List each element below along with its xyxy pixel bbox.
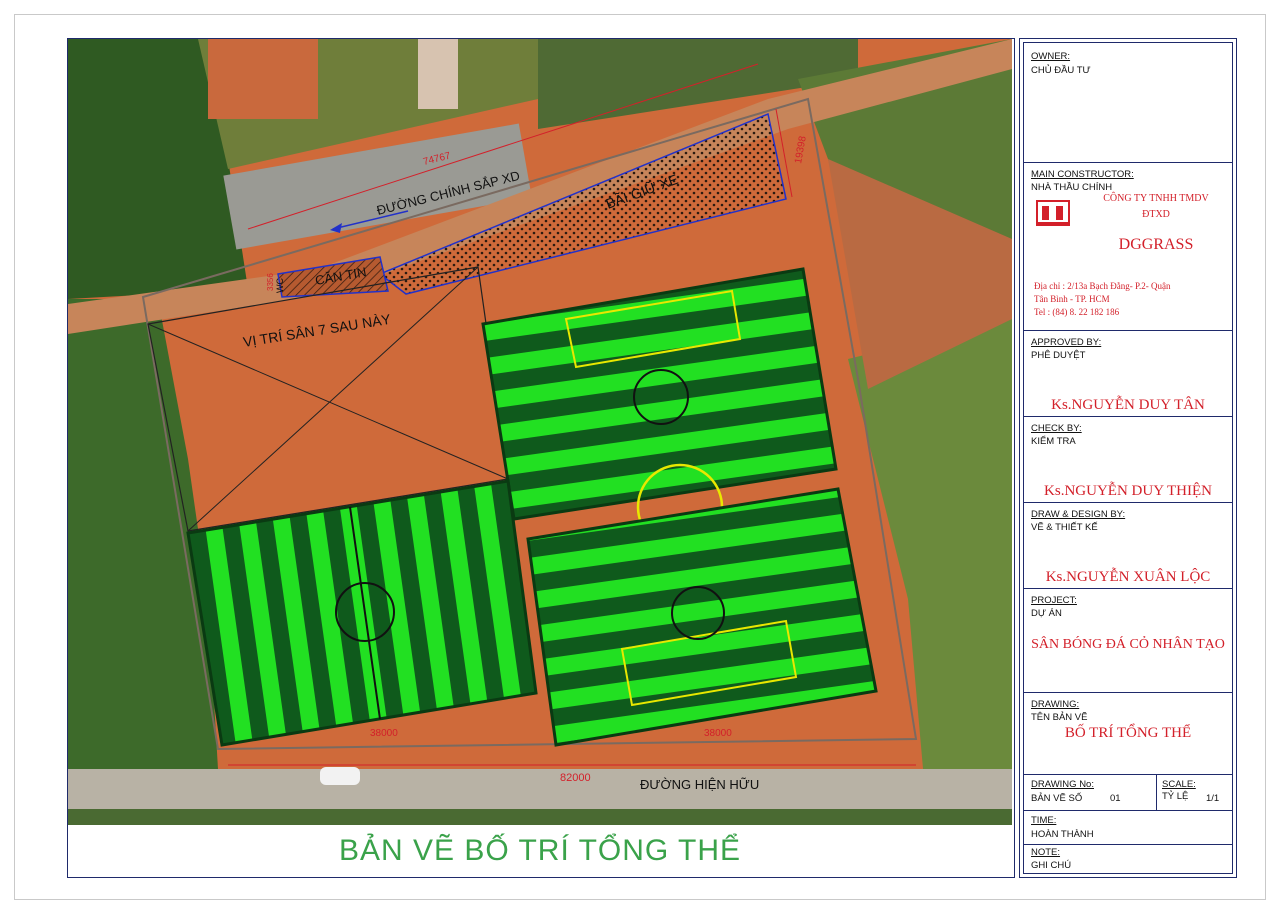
- company-name-line1: CÔNG TY TNHH TMDV: [1103, 193, 1209, 204]
- address-phone: Tel : (84) 8. 22 182 186: [1034, 307, 1120, 317]
- dimension-bottom-total: 82000: [560, 772, 591, 784]
- address-line2: Tân Bình - TP. HCM: [1034, 294, 1110, 304]
- drawing-row: DRAWING: TÊN BẢN VẼ BỐ TRÍ TỔNG THỂ: [1024, 693, 1232, 775]
- project-label: PROJECT:: [1031, 595, 1077, 606]
- scale-sub: TỶ LỆ: [1162, 791, 1189, 802]
- street-bottom-label: ĐƯỜNG HIỆN HỮU: [640, 777, 759, 792]
- wc-label: WC: [275, 278, 285, 293]
- site-plan-svg: ĐƯỜNG CHÍNH SẮP XD BÃI GIỮ XE CĂN TIN WC…: [68, 39, 1012, 825]
- check-name: Ks.NGUYỄN DUY THIỆN: [1044, 483, 1212, 499]
- project-row: PROJECT: DỰ ÁN SÂN BÓNG ĐÁ CỎ NHÂN TẠO: [1024, 589, 1232, 693]
- dimension-field-left: 38000: [370, 728, 398, 739]
- drawing-no-row: DRAWING No: BẢN VẼ SỐ 01 SCALE: TỶ LỆ 1/…: [1024, 775, 1232, 811]
- address-line1: Địa chỉ : 2/13a Bạch Đằng- P.2- Quận: [1034, 281, 1171, 291]
- garden-soil-patch: [208, 39, 318, 119]
- time-row: TIME: HOÀN THÀNH: [1024, 811, 1232, 845]
- time-value: HOÀN THÀNH: [1031, 829, 1094, 840]
- drawing-no-sub: BẢN VẼ SỐ: [1031, 793, 1083, 804]
- drawing-no-label: DRAWING No:: [1031, 779, 1094, 790]
- approved-sub: PHÊ DUYỆT: [1031, 350, 1086, 361]
- scale-label: SCALE:: [1162, 779, 1196, 790]
- company-name-line2: ĐTXD: [1142, 209, 1170, 220]
- note-label: NOTE:: [1031, 847, 1061, 858]
- owner-row: OWNER: CHỦ ĐẦU TƯ: [1024, 43, 1232, 163]
- project-name: SÂN BÓNG ĐÁ CỎ NHÂN TẠO: [1031, 637, 1225, 652]
- contractor-label: MAIN CONSTRUCTOR:: [1031, 169, 1134, 180]
- note-row: NOTE: GHI CHÚ: [1024, 845, 1232, 873]
- bottom-road: [68, 769, 1012, 809]
- company-logo-icon: [1036, 200, 1070, 226]
- bottom-verge: [68, 809, 1012, 825]
- dimension-small: 3356: [266, 273, 275, 291]
- owner-label: OWNER:: [1031, 51, 1071, 62]
- title-block: OWNER: CHỦ ĐẦU TƯ MAIN CONSTRUCTOR: NHÀ …: [1019, 38, 1237, 878]
- draw-name: Ks.NGUYỄN XUÂN LỘC: [1045, 569, 1211, 585]
- drawing-name: BỐ TRÍ TỔNG THỂ: [1064, 725, 1192, 741]
- drawing-no-value: 01: [1110, 793, 1121, 804]
- project-sub: DỰ ÁN: [1031, 608, 1062, 619]
- drawing-label: DRAWING:: [1031, 699, 1080, 710]
- title-block-inner: OWNER: CHỦ ĐẦU TƯ MAIN CONSTRUCTOR: NHÀ …: [1023, 42, 1233, 874]
- approved-name: Ks.NGUYỄN DUY TÂN: [1051, 397, 1205, 413]
- draw-row: DRAW & DESIGN BY: VẼ & THIẾT KẾ Ks.NGUYỄ…: [1024, 503, 1232, 589]
- sheet-caption: BẢN VẼ BỐ TRÍ TỔNG THỂ: [338, 834, 742, 867]
- parked-car: [320, 767, 360, 785]
- drawing-sub: TÊN BẢN VẼ: [1031, 712, 1088, 723]
- approved-label: APPROVED BY:: [1031, 337, 1102, 348]
- company-brand: DGGRASS: [1118, 236, 1194, 253]
- check-sub: KIỂM TRA: [1031, 436, 1076, 447]
- scale-value: 1/1: [1206, 793, 1220, 804]
- divider: [1156, 775, 1157, 811]
- draw-label: DRAW & DESIGN BY:: [1031, 509, 1126, 520]
- dimension-field-right: 38000: [704, 728, 732, 739]
- approved-row: APPROVED BY: PHÊ DUYỆT Ks.NGUYỄN DUY TÂN: [1024, 331, 1232, 417]
- time-label: TIME:: [1031, 815, 1057, 826]
- check-row: CHECK BY: KIỂM TRA Ks.NGUYỄN DUY THIỆN: [1024, 417, 1232, 503]
- check-label: CHECK BY:: [1031, 423, 1082, 434]
- garden-path: [418, 39, 458, 109]
- contractor-value: NHÀ THẦU CHÍNH: [1031, 182, 1113, 193]
- owner-value: CHỦ ĐẦU TƯ: [1031, 65, 1091, 76]
- site-aerial-plan: ĐƯỜNG CHÍNH SẮP XD BÃI GIỮ XE CĂN TIN WC…: [68, 39, 1012, 825]
- note-value: GHI CHÚ: [1031, 860, 1072, 871]
- draw-sub: VẼ & THIẾT KẾ: [1031, 522, 1098, 533]
- contractor-row: MAIN CONSTRUCTOR: NHÀ THẦU CHÍNH CÔNG TY…: [1024, 163, 1232, 331]
